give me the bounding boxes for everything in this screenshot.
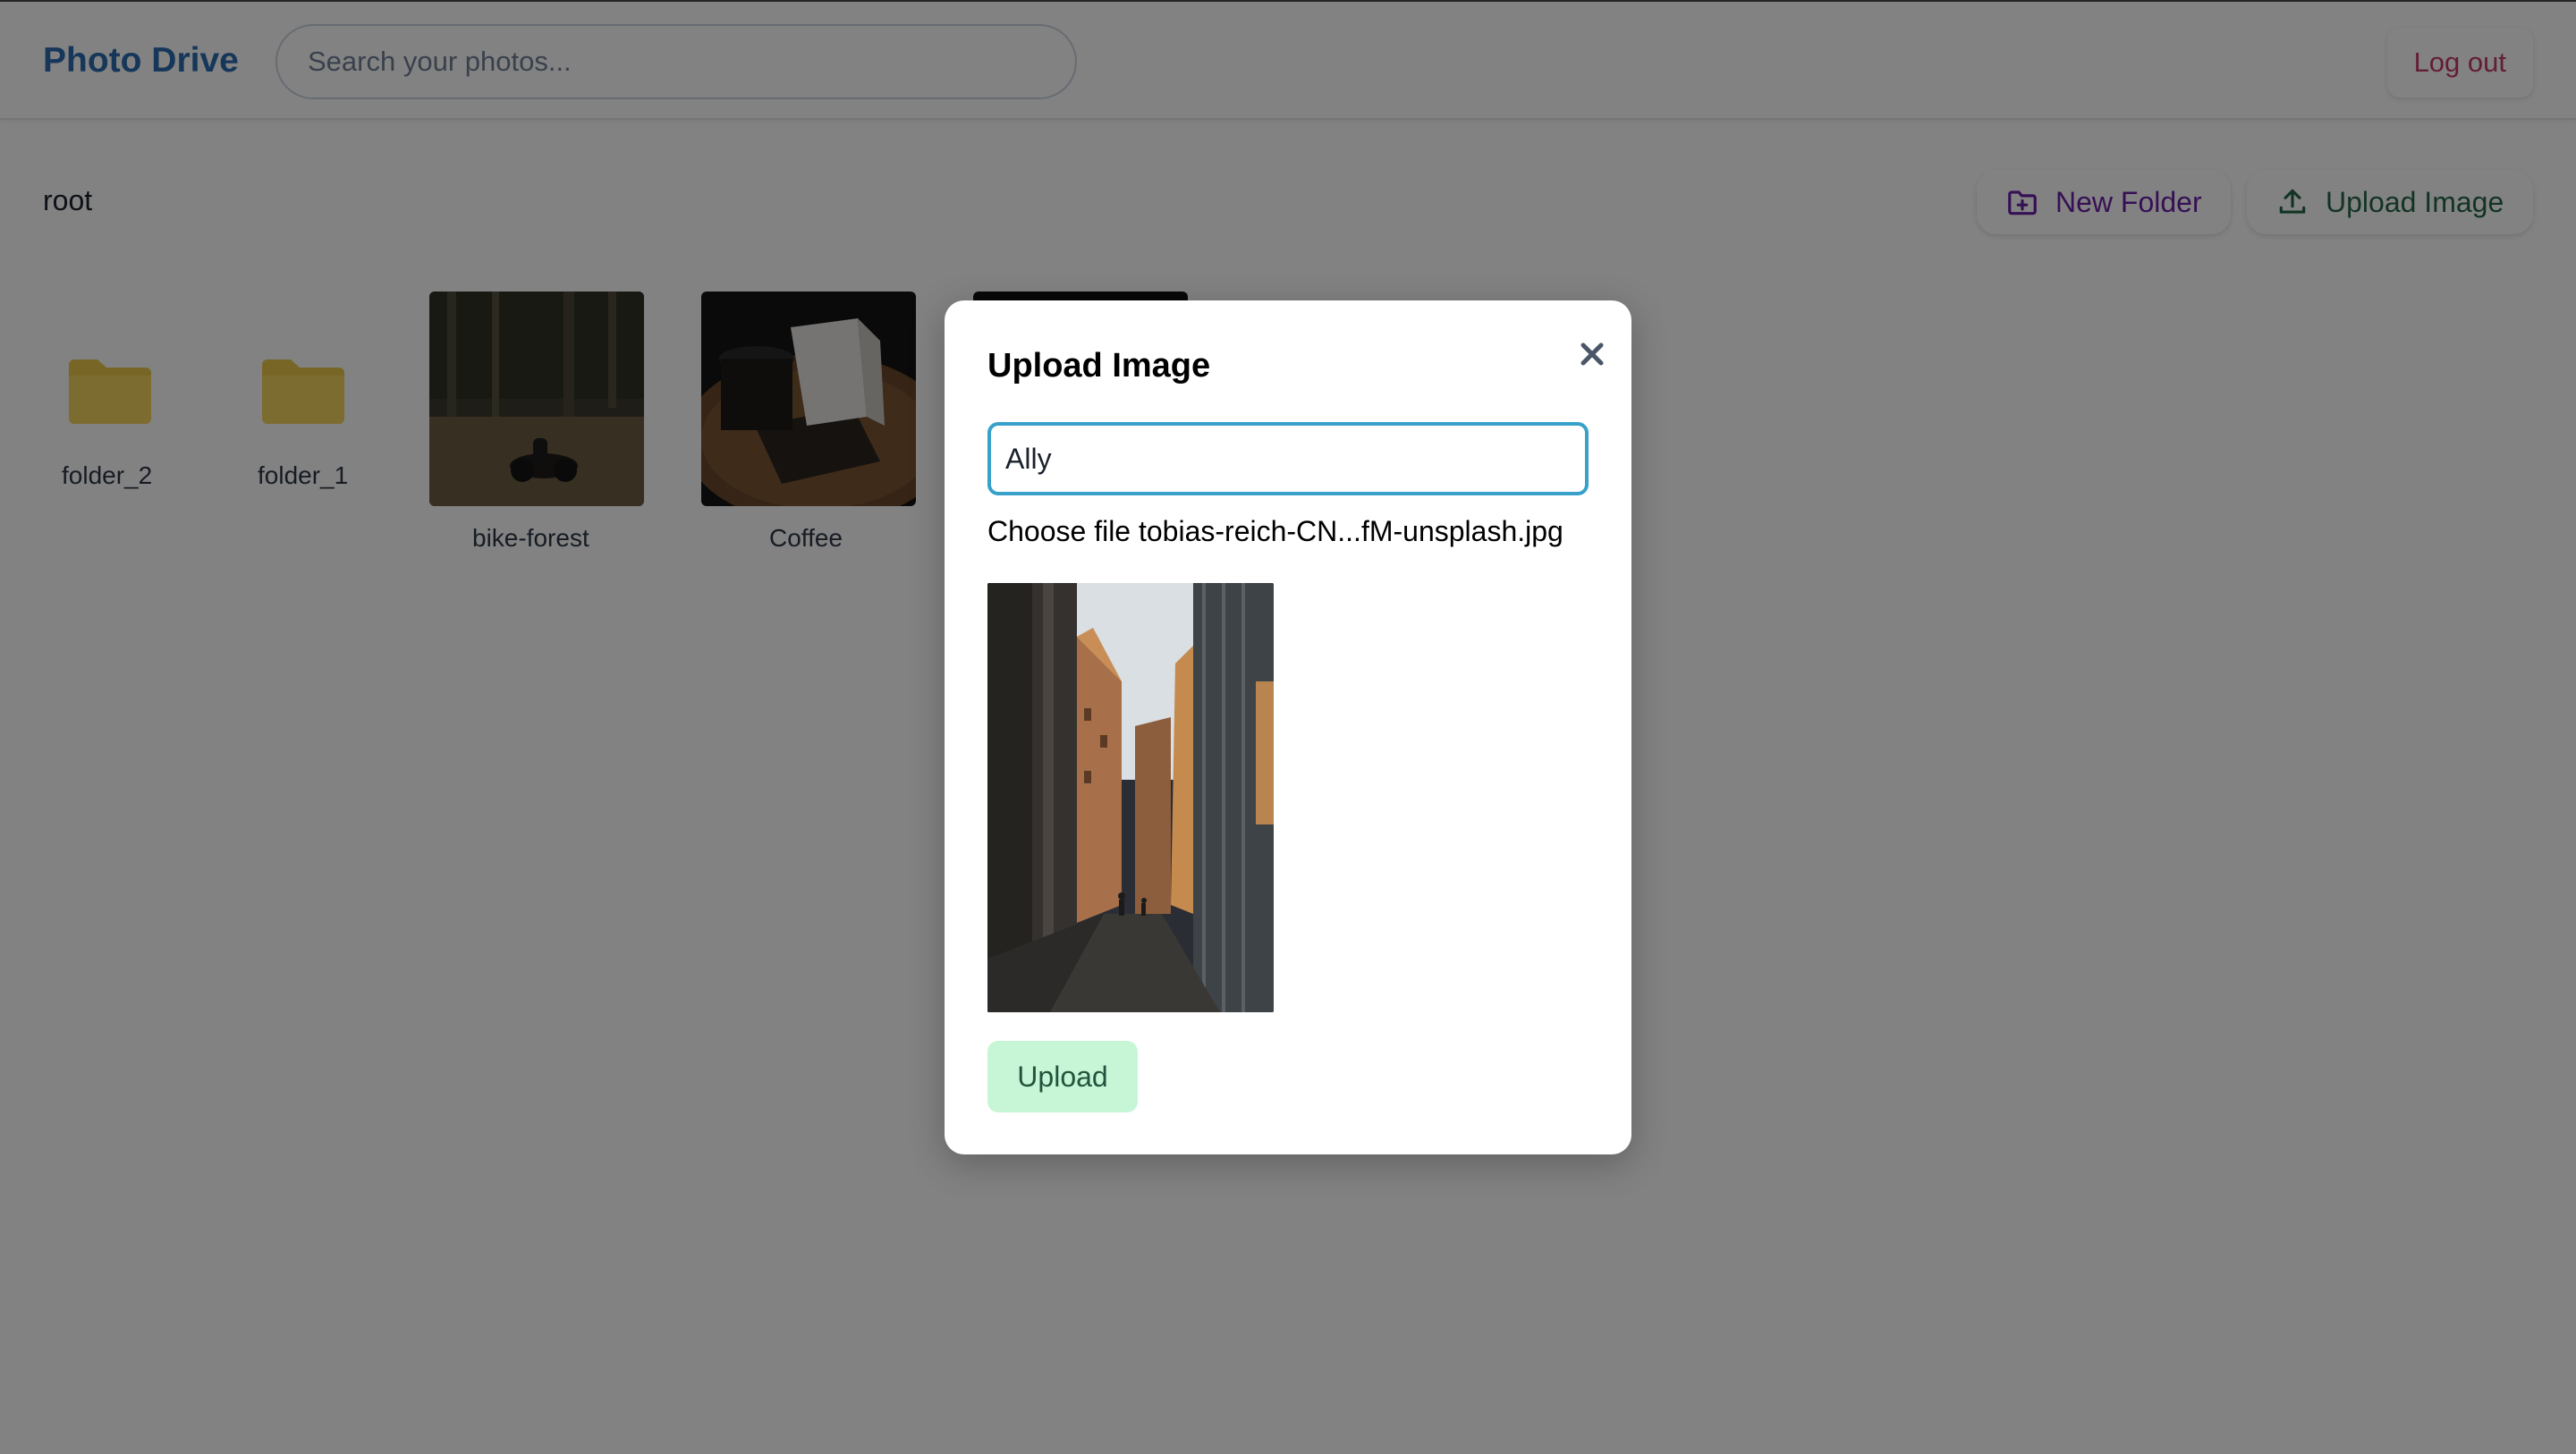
close-button[interactable] <box>1565 327 1619 381</box>
image-name-input[interactable] <box>987 422 1589 495</box>
image-preview <box>987 583 1274 1012</box>
close-icon <box>1580 342 1604 366</box>
upload-button[interactable]: Upload <box>987 1041 1138 1112</box>
file-picker[interactable]: Choose file tobias-reich-CN...fM-unsplas… <box>987 515 1563 548</box>
selected-file-name: tobias-reich-CN...fM-unsplash.jpg <box>1138 515 1563 547</box>
app: Photo Drive Log out root New Folder Uplo… <box>0 0 2576 1454</box>
upload-image-modal: Upload Image Choose file tobias-reich-CN… <box>945 300 1631 1154</box>
choose-file-button[interactable]: Choose file <box>987 515 1139 547</box>
modal-title: Upload Image <box>987 347 1211 385</box>
